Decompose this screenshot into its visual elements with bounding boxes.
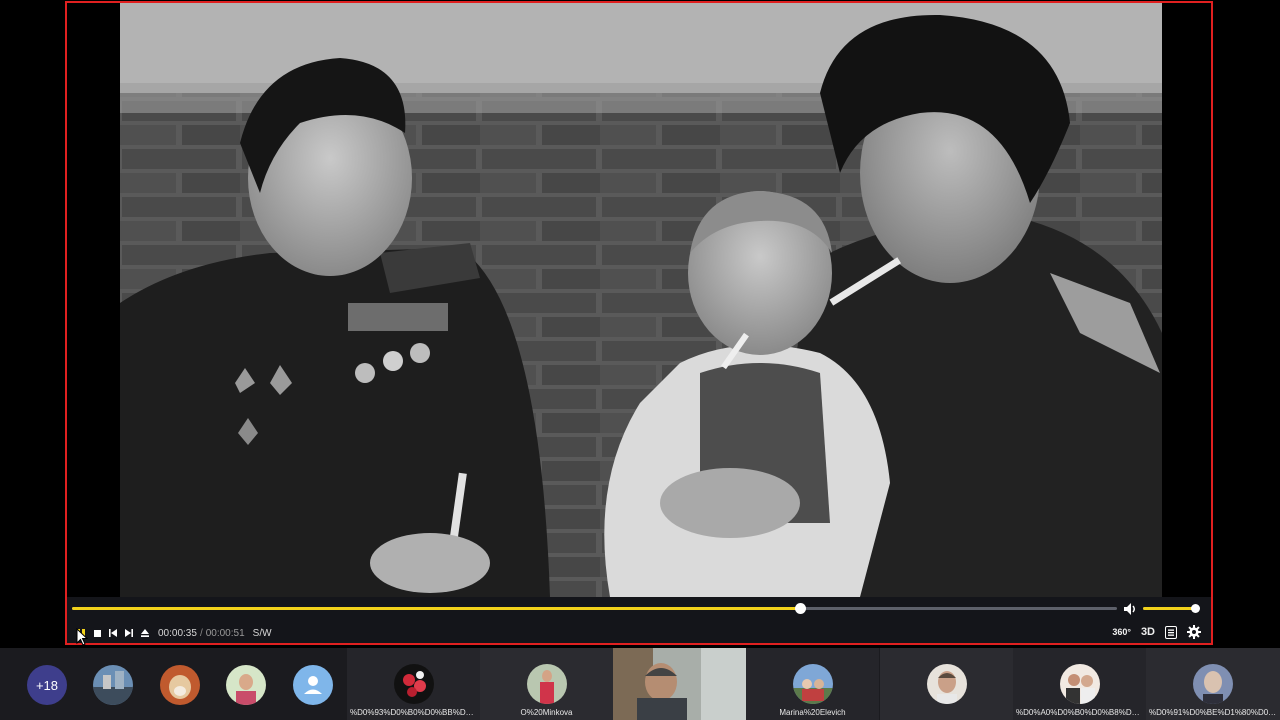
avatar-image [927,664,967,704]
avatar [793,664,833,704]
eject-icon [141,629,149,637]
volume-slider[interactable] [1143,604,1201,613]
playlist-button[interactable] [1165,625,1177,639]
skip-forward-icon [125,629,133,637]
avatar [394,664,434,704]
participant-tile[interactable]: %D0%91%D0%BE%D1%80%D0%B8... [1146,648,1280,720]
eject-button[interactable] [138,626,152,640]
playlist-icon [1165,625,1177,639]
shared-screen-frame: 00:00:35/00:00:51 S/W 360° 3D [65,1,1213,645]
participant-name: %D0%A0%D0%B0%D0%B8%D1%81... [1016,708,1143,717]
participant-name: %D0%91%D0%BE%D1%80%D0%B8... [1149,708,1277,717]
avatar-image [793,664,833,704]
avatar [927,664,967,704]
avatar-image [1060,664,1100,704]
time-separator: / [199,627,203,639]
more-participants-count: +18 [35,677,59,693]
participant-video [613,648,746,720]
seek-bar[interactable] [72,603,1117,614]
avatar-image [93,665,133,705]
gear-icon [1187,625,1201,639]
participant-tile[interactable]: O%20Minkova [480,648,613,720]
avatar-image [527,664,567,704]
avatar-image [1193,664,1233,704]
settings-button[interactable] [1187,625,1201,639]
vr-360-button[interactable]: 360° [1112,627,1131,637]
avatar [527,664,567,704]
avatar [1060,664,1100,704]
stop-button[interactable] [90,626,104,640]
total-duration: 00:00:51 [205,627,245,639]
participant-tile[interactable]: %D0%93%D0%B0%D0%BB%D0%B8... [347,648,480,720]
more-participants-button[interactable]: +18 [27,665,67,705]
participant-name: %D0%93%D0%B0%D0%BB%D0%B8... [350,708,477,717]
player-options: 360° 3D [1102,623,1201,641]
video-still-image [120,3,1162,597]
participant-tile[interactable]: %D0%A0%D0%B0%D0%B8%D1%81... [1013,648,1146,720]
avatar[interactable] [293,665,333,705]
mouse-cursor-icon [76,628,88,646]
stop-icon [93,629,101,637]
transport-controls: 00:00:35/00:00:51 S/W [74,626,272,640]
participant-tile[interactable]: Marina%20Elevich [746,648,879,720]
stereo-3d-button[interactable]: 3D [1141,626,1155,638]
participant-tile[interactable] [880,648,1013,720]
participant-video-tile[interactable] [613,648,746,720]
seek-bar-handle[interactable] [795,603,807,614]
skip-back-icon [109,629,117,637]
current-time: 00:00:35 [158,627,197,639]
vr-360-label: 360° [1112,627,1131,637]
participant-name: O%20Minkova [520,708,573,717]
player-controls: 00:00:35/00:00:51 S/W 360° 3D [67,597,1211,643]
participant-strip: +18 %D0%93%D0%B0%D0%BB%D0%B8... [0,648,1280,720]
video-frame[interactable] [120,3,1162,597]
stereo-3d-label: 3D [1140,626,1155,638]
avatar-image [160,665,200,705]
volume-slider-level [1143,607,1196,610]
seek-bar-progress [72,607,801,610]
next-button[interactable] [122,626,136,640]
avatar[interactable] [93,665,133,705]
user-icon [304,676,322,694]
volume-slider-handle[interactable] [1191,604,1201,613]
participant-name: Marina%20Elevich [779,708,846,717]
previous-button[interactable] [106,626,120,640]
avatar [1193,664,1233,704]
volume-icon[interactable] [1122,601,1138,617]
mode-label[interactable]: S/W [253,628,272,639]
avatar-image [394,664,434,704]
avatar[interactable] [160,665,200,705]
avatar-image [226,665,266,705]
avatar[interactable] [226,665,266,705]
playback-time: 00:00:35/00:00:51 [158,628,245,639]
